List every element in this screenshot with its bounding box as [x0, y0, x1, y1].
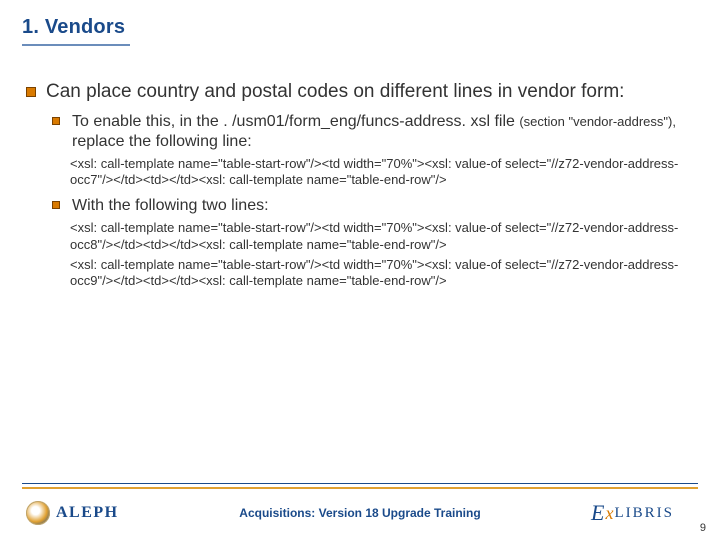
- bullet-level2: With the following two lines:: [22, 196, 698, 216]
- bullet-level2: To enable this, in the . /usm01/form_eng…: [22, 112, 698, 152]
- sub1-part1: To enable this, in the . /usm01/form_eng…: [72, 113, 519, 130]
- bullet2-text: With the following two lines:: [72, 196, 698, 216]
- slide: 1. Vendors Can place country and postal …: [0, 0, 720, 540]
- exlibris-e: E: [591, 500, 604, 526]
- bullet-level1: Can place country and postal codes on di…: [22, 80, 698, 104]
- page-number: 9: [700, 522, 706, 534]
- exlibris-x: x: [605, 503, 613, 524]
- code-block-1: <xsl: call-template name="table-start-ro…: [22, 156, 698, 189]
- slide-title: 1. Vendors: [22, 16, 125, 39]
- exlibris-rest: Libris: [614, 505, 674, 522]
- code-block-2b: <xsl: call-template name="table-start-ro…: [22, 257, 698, 290]
- sub1-part2: replace the following line:: [72, 133, 252, 150]
- content-area: Can place country and postal codes on di…: [22, 80, 698, 289]
- bullet1-text: Can place country and postal codes on di…: [46, 80, 698, 104]
- footer-rule-blue: [22, 483, 698, 484]
- exlibris-logo: ExLibris: [591, 500, 674, 526]
- bullet-icon: [52, 201, 60, 209]
- bullet2-text: To enable this, in the . /usm01/form_eng…: [72, 112, 698, 152]
- footer-rule-gold: [22, 487, 698, 489]
- bullet-icon: [52, 117, 60, 125]
- bullet-icon: [26, 87, 36, 97]
- title-underline: [22, 44, 130, 46]
- code-block-2a: <xsl: call-template name="table-start-ro…: [22, 220, 698, 253]
- footer: ALEPH Acquisitions: Version 18 Upgrade T…: [0, 482, 720, 540]
- sub1-section: (section "vendor-address"),: [519, 114, 676, 129]
